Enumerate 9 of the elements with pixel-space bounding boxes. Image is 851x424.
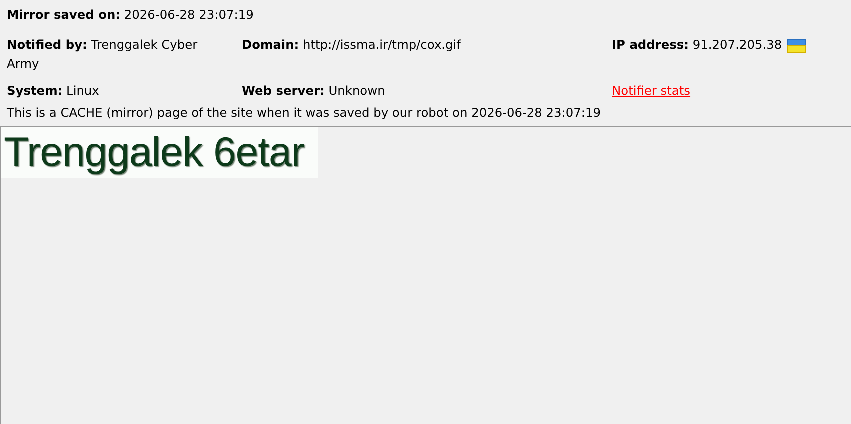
info-field: Web server: Unknown [242,82,386,101]
notifier-stats-link[interactable]: Notifier stats [612,84,691,98]
info-field: IP address: 91.207.205.38 [612,36,782,55]
info-field: System: Linux [7,82,100,101]
info-field: Mirror saved on: 2026-06-28 23:07:19 [7,8,254,22]
info-field: Domain: http://issma.ir/tmp/cox.gif [242,36,461,55]
info-field: Notified by: Trenggalek Cyber Army [7,36,207,74]
cache-notice: This is a CACHE (mirror) page of the site when it was saved by our robot on 2026-06-28 23:07:19 [6,106,602,122]
banner-text: Trenggalek 6etar [1,127,318,178]
